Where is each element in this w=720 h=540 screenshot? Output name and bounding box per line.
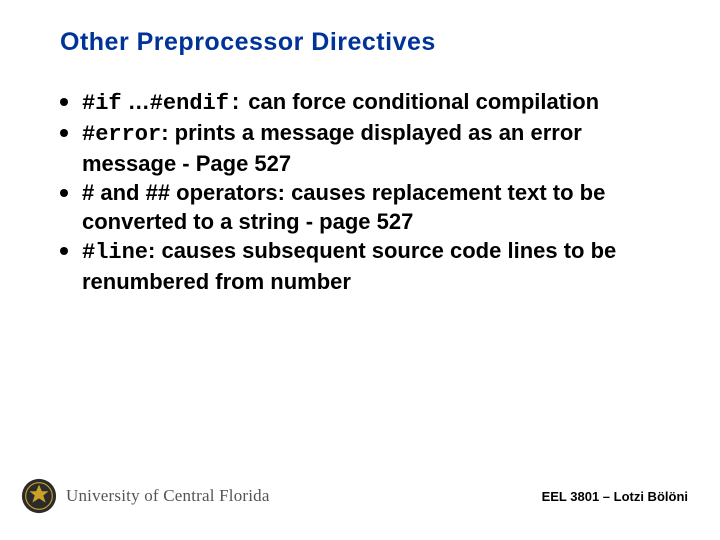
bullet-item: #error: prints a message displayed as an… (60, 118, 670, 178)
slide-title: Other Preprocessor Directives (60, 28, 670, 57)
bullet-item: # and ## operators: causes replacement t… (60, 178, 670, 236)
bullet-item: #if …#endif: can force conditional compi… (60, 87, 670, 118)
text: can force conditional compilation (242, 89, 599, 114)
seal-icon (20, 477, 58, 515)
code-text: #if (82, 91, 122, 116)
slide: Other Preprocessor Directives #if …#endi… (0, 0, 720, 540)
code-text: #line (82, 240, 148, 265)
text: # and ## operators: causes replacement t… (82, 180, 605, 234)
code-text: #endif: (150, 91, 242, 116)
university-name: University of Central Florida (66, 486, 270, 506)
university-logo: University of Central Florida (20, 477, 270, 515)
footer: University of Central Florida EEL 3801 –… (0, 472, 720, 520)
text: : causes subsequent source code lines to… (82, 238, 616, 294)
bullet-list: #if …#endif: can force conditional compi… (60, 87, 670, 296)
text: … (122, 89, 150, 114)
code-text: #error (82, 122, 161, 147)
course-label: EEL 3801 – Lotzi Bölöni (542, 489, 688, 504)
bullet-item: #line: causes subsequent source code lin… (60, 236, 670, 296)
